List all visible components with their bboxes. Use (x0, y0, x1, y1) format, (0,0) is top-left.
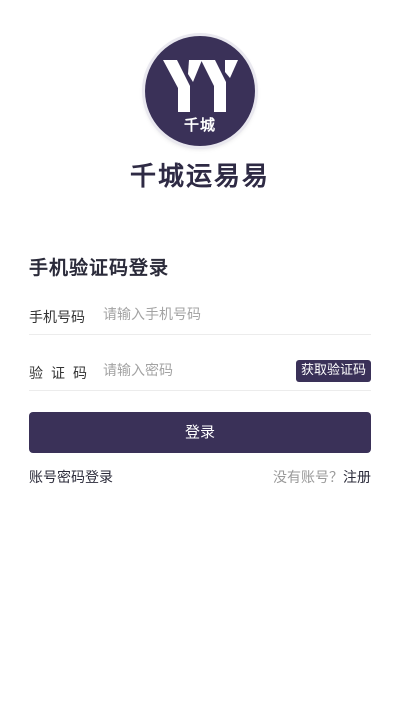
login-button[interactable]: 登录 (29, 412, 371, 453)
app-logo: 千城 (145, 36, 255, 146)
phone-label: 手机号码 (29, 310, 85, 326)
app-name: 千城运易易 (129, 162, 270, 192)
code-row: 验证码 获取验证码 (29, 354, 371, 391)
register-area: 没有账号？注册 (273, 467, 371, 487)
login-form-title: 手机验证码登录 (29, 257, 170, 279)
no-account-text: 没有账号？ (273, 470, 343, 486)
phone-row: 手机号码 (29, 298, 371, 335)
get-code-button[interactable]: 获取验证码 (295, 360, 371, 382)
register-link[interactable]: 注册 (343, 470, 371, 486)
phone-input[interactable] (103, 302, 363, 328)
logo-text: 千城 (183, 116, 216, 134)
code-label: 验证码 (29, 366, 95, 382)
password-login-link[interactable]: 账号密码登录 (29, 467, 113, 487)
code-input[interactable] (103, 358, 283, 384)
